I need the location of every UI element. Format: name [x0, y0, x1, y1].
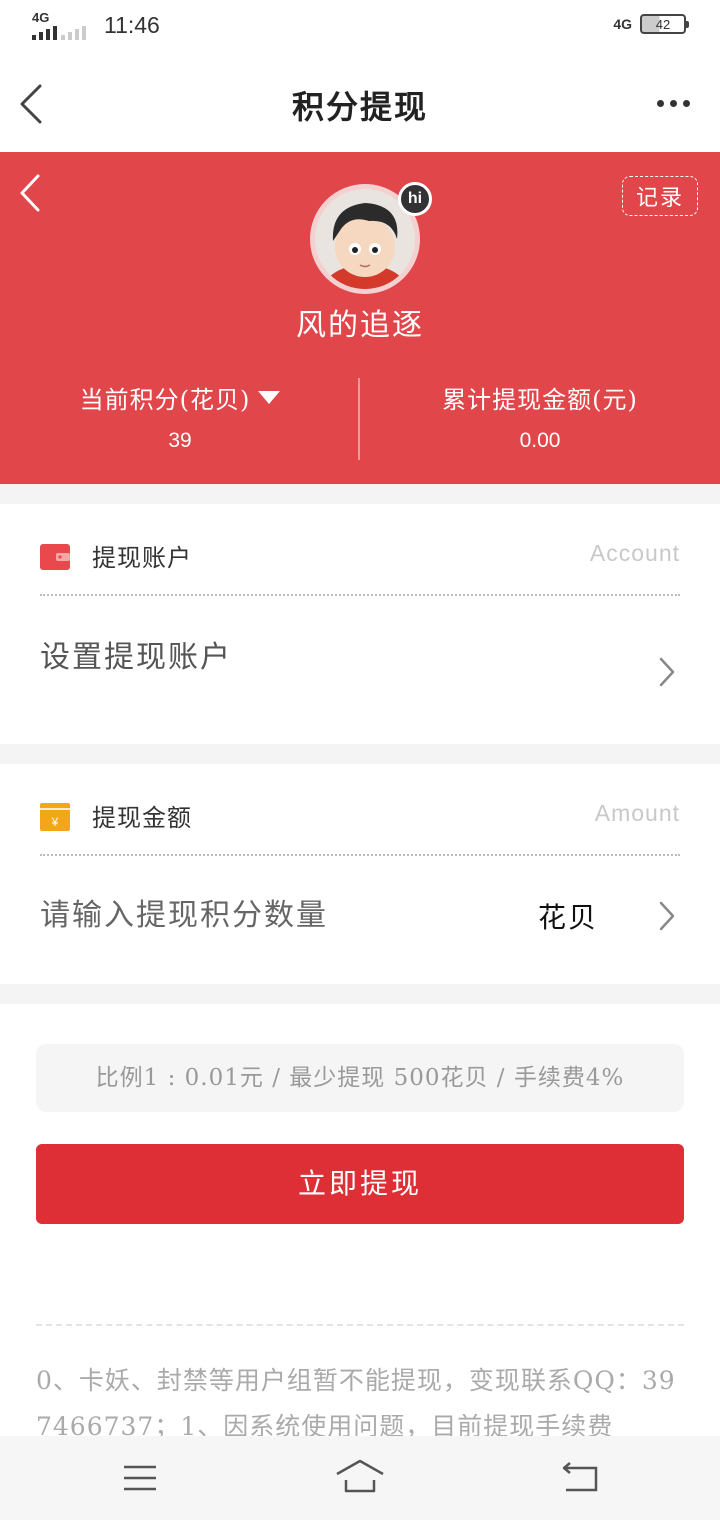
battery-icon: 42	[640, 14, 689, 34]
total-withdrawn-value: 0.00	[519, 429, 561, 452]
account-card-header: 提现账户 Account	[40, 504, 680, 596]
total-withdrawn-label: 累计提现金额(元)	[442, 386, 638, 414]
withdraw-button[interactable]: 立即提现	[36, 1144, 684, 1224]
set-account-row[interactable]: 设置提现账户	[40, 596, 680, 744]
account-card-title: 提现账户	[92, 544, 192, 572]
amount-input-row[interactable]: 请输入提现积分数量 花贝	[40, 856, 680, 984]
status-bar: 4G 11:46 4G 42	[0, 0, 720, 52]
wallet-icon	[40, 544, 70, 570]
divider	[36, 1324, 684, 1326]
total-withdrawn-stat: 累计提现金额(元) 0.00	[360, 380, 720, 453]
page-title: 积分提现	[291, 88, 428, 126]
current-points-value: 39	[168, 429, 192, 452]
chevron-right-icon	[659, 657, 675, 687]
account-card: 提现账户 Account 设置提现账户	[0, 504, 720, 744]
amount-card-title: 提现金额	[92, 804, 192, 832]
signal-bars-sim2-icon	[61, 26, 86, 40]
amount-card-en-title: Amount	[594, 800, 680, 826]
account-card-en-title: Account	[589, 540, 680, 566]
record-button[interactable]: 记录	[622, 176, 698, 216]
amount-unit[interactable]: 花贝	[538, 896, 598, 936]
hi-badge: hi	[398, 182, 432, 216]
navigation-bar: 积分提现	[0, 52, 720, 152]
system-navigation-bar	[0, 1436, 720, 1520]
set-account-label: 设置提现账户	[40, 640, 232, 675]
home-icon[interactable]	[334, 1458, 386, 1494]
amount-card: ¥ 提现金额 Amount 请输入提现积分数量 花贝	[0, 764, 720, 984]
more-options-icon[interactable]	[657, 100, 690, 107]
clock: 11:46	[104, 12, 160, 38]
current-points-stat[interactable]: 当前积分(花贝) 39	[0, 380, 360, 453]
current-points-label: 当前积分(花贝)	[79, 386, 251, 414]
dropdown-triangle-icon[interactable]	[258, 391, 281, 404]
battery-level: 42	[655, 16, 671, 32]
ratio-info: 比例1 : 0.01元 / 最少提现 500花贝 / 手续费4%	[36, 1044, 684, 1112]
signal-bars-icon	[32, 26, 57, 40]
money-icon-symbol: ¥	[51, 815, 59, 829]
menu-icon[interactable]	[122, 1464, 158, 1492]
chevron-right-icon[interactable]	[658, 900, 676, 932]
header-back-arrow-icon[interactable]	[18, 172, 44, 214]
back-icon[interactable]	[560, 1462, 600, 1494]
signal-indicator: 4G	[32, 10, 86, 40]
amount-card-header: ¥ 提现金额 Amount	[40, 764, 680, 856]
network-4g-indicator: 4G	[613, 16, 632, 32]
username: 风的追逐	[296, 308, 424, 343]
profile-header: 记录 hi 风的追逐 当前积分(花贝) 39 累计提现金额(元) 0.00	[0, 152, 720, 484]
network-type: 4G	[32, 10, 50, 25]
amount-input[interactable]: 请输入提现积分数量	[40, 890, 328, 934]
money-icon: ¥	[40, 803, 70, 831]
